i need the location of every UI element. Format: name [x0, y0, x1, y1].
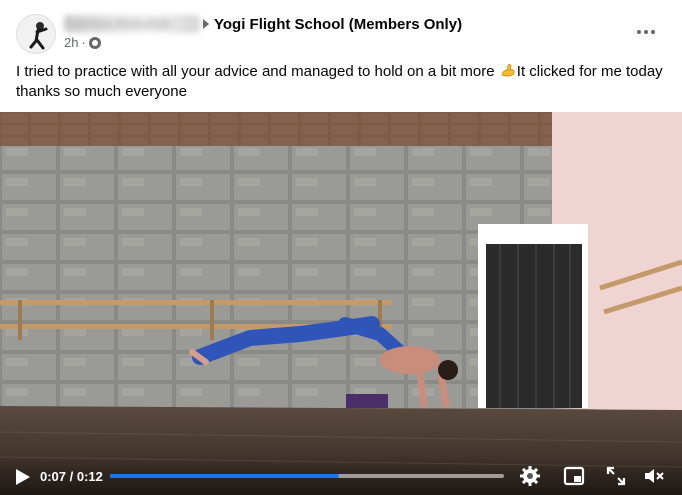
meta-dot: ·	[81, 35, 86, 50]
post-header: Sabrina Abdullah Yogi Flight School (Mem…	[0, 0, 682, 58]
author-name[interactable]: Sabrina Abdullah	[64, 15, 200, 33]
settings-gear-icon[interactable]	[518, 464, 542, 488]
picture-in-picture-icon[interactable]	[562, 464, 586, 488]
time-readout: 0:07 / 0:12	[40, 469, 103, 484]
video-controls: 0:07 / 0:12	[0, 455, 682, 495]
play-icon[interactable]	[10, 465, 34, 489]
progress-fill	[110, 474, 339, 478]
yoga-block	[346, 394, 388, 408]
author-avatar[interactable]	[16, 14, 56, 54]
duration: 0:12	[76, 469, 103, 484]
video-frame	[0, 112, 682, 495]
more-options-icon-dot	[644, 30, 648, 34]
current-time: 0:07	[40, 469, 67, 484]
progress-bar[interactable]	[110, 474, 504, 478]
time-separator: /	[66, 469, 77, 484]
flexed-biceps-emoji-icon	[501, 64, 515, 77]
volume-muted-icon[interactable]	[642, 464, 666, 488]
video-player[interactable]: 0:07 / 0:12	[0, 112, 682, 495]
post-text: I tried to practice with all your advice…	[16, 62, 666, 102]
more-options-icon-dot	[651, 30, 655, 34]
post-text-part-1: I tried to practice with all your advice…	[16, 63, 499, 80]
post-timestamp[interactable]: 2h	[64, 35, 78, 50]
arrow-right-icon	[203, 19, 209, 29]
globe-icon	[88, 36, 101, 49]
post-meta: 2h ·	[64, 35, 101, 50]
more-options-icon	[637, 30, 641, 34]
author-line: Sabrina Abdullah Yogi Flight School (Mem…	[64, 14, 462, 34]
avatar-image	[17, 15, 55, 53]
more-options-button[interactable]	[628, 18, 664, 46]
fullscreen-icon[interactable]	[604, 464, 628, 488]
group-name[interactable]: Yogi Flight School (Members Only)	[214, 16, 462, 33]
